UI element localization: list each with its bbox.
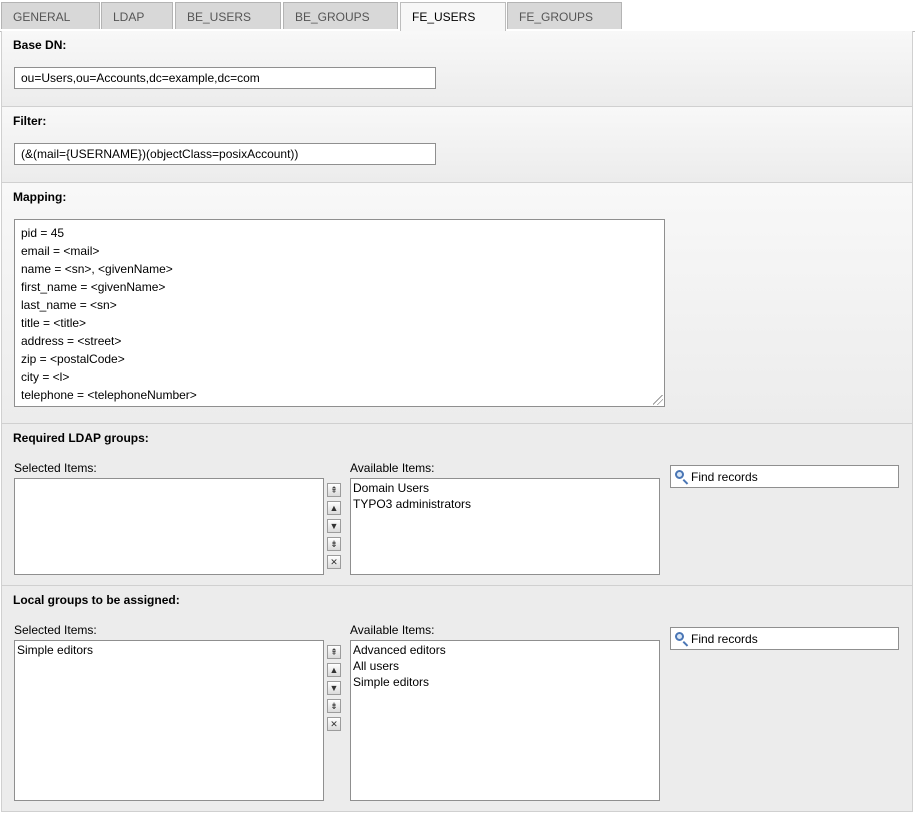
filter-input[interactable]: (&(mail={USERNAME})(objectClass=posixAcc…: [14, 143, 436, 165]
arrow-down-icon[interactable]: ▼: [327, 681, 341, 695]
tab-ldap[interactable]: LDAP: [101, 2, 173, 29]
arrow-top-icon[interactable]: ⇞: [327, 645, 341, 659]
tab-bar: GENERAL LDAP BE_USERS BE_GROUPS FE_USERS…: [0, 0, 915, 32]
mapping-line: address = <street>: [21, 334, 122, 348]
close-icon[interactable]: ✕: [327, 717, 341, 731]
mapping-line: telephone = <telephoneNumber>: [21, 388, 197, 402]
arrow-bottom-icon[interactable]: ⇟: [327, 699, 341, 713]
list-item[interactable]: TYPO3 administrators: [353, 496, 657, 512]
available-items-label: Available Items:: [350, 461, 435, 475]
tab-fe-groups[interactable]: FE_GROUPS: [507, 2, 622, 29]
mapping-line: zip = <postalCode>: [21, 352, 125, 366]
base-dn-section: Base DN: ou=Users,ou=Accounts,dc=example…: [1, 31, 913, 107]
find-records-input[interactable]: Find records: [670, 627, 899, 650]
tab-be-users[interactable]: BE_USERS: [175, 2, 281, 29]
mapping-line: name = <sn>, <givenName>: [21, 262, 173, 276]
search-icon: [675, 470, 684, 479]
find-records-label: Find records: [691, 632, 758, 646]
mapping-line: email = <mail>: [21, 244, 100, 258]
mapping-section: Mapping: pid = 45 email = <mail> name = …: [1, 183, 913, 424]
base-dn-title: Base DN:: [13, 38, 67, 52]
selected-items-label: Selected Items:: [14, 461, 97, 475]
list-item[interactable]: Simple editors: [353, 674, 657, 690]
tab-fe-users[interactable]: FE_USERS: [400, 2, 506, 32]
arrow-up-icon[interactable]: ▲: [327, 501, 341, 515]
mapping-textarea[interactable]: pid = 45 email = <mail> name = <sn>, <gi…: [14, 219, 665, 407]
list-item[interactable]: Advanced editors: [353, 642, 657, 658]
list-item[interactable]: Simple editors: [17, 642, 321, 658]
arrow-bottom-icon[interactable]: ⇟: [327, 537, 341, 551]
resize-handle-icon[interactable]: [653, 395, 663, 405]
list-item[interactable]: All users: [353, 658, 657, 674]
search-icon: [675, 632, 684, 641]
mapping-line: first_name = <givenName>: [21, 280, 166, 294]
local-groups-section: Local groups to be assigned: Selected It…: [1, 586, 913, 812]
mapping-line: last_name = <sn>: [21, 298, 117, 312]
mapping-title: Mapping:: [13, 190, 67, 204]
arrow-down-icon[interactable]: ▼: [327, 519, 341, 533]
arrow-up-icon[interactable]: ▲: [327, 663, 341, 677]
available-items-label: Available Items:: [350, 623, 435, 637]
find-records-label: Find records: [691, 470, 758, 484]
required-groups-title: Required LDAP groups:: [13, 431, 149, 445]
mapping-line: title = <title>: [21, 316, 87, 330]
tab-be-groups[interactable]: BE_GROUPS: [283, 2, 398, 29]
list-item[interactable]: Domain Users: [353, 480, 657, 496]
find-records-input[interactable]: Find records: [670, 465, 899, 488]
mapping-line: city = <l>: [21, 370, 70, 384]
tab-general[interactable]: GENERAL: [1, 2, 100, 29]
arrow-top-icon[interactable]: ⇞: [327, 483, 341, 497]
required-groups-section: Required LDAP groups: Selected Items: ⇞ …: [1, 424, 913, 586]
local-groups-title: Local groups to be assigned:: [13, 593, 180, 607]
selected-items-label: Selected Items:: [14, 623, 97, 637]
mapping-line: pid = 45: [21, 226, 65, 240]
close-icon[interactable]: ✕: [327, 555, 341, 569]
base-dn-input[interactable]: ou=Users,ou=Accounts,dc=example,dc=com: [14, 67, 436, 89]
local-available-list[interactable]: Advanced editors All users Simple editor…: [350, 640, 660, 801]
filter-section: Filter: (&(mail={USERNAME})(objectClass=…: [1, 107, 913, 183]
required-available-list[interactable]: Domain Users TYPO3 administrators: [350, 478, 660, 575]
required-selected-list[interactable]: [14, 478, 324, 575]
local-selected-list[interactable]: Simple editors: [14, 640, 324, 801]
filter-title: Filter:: [13, 114, 47, 128]
